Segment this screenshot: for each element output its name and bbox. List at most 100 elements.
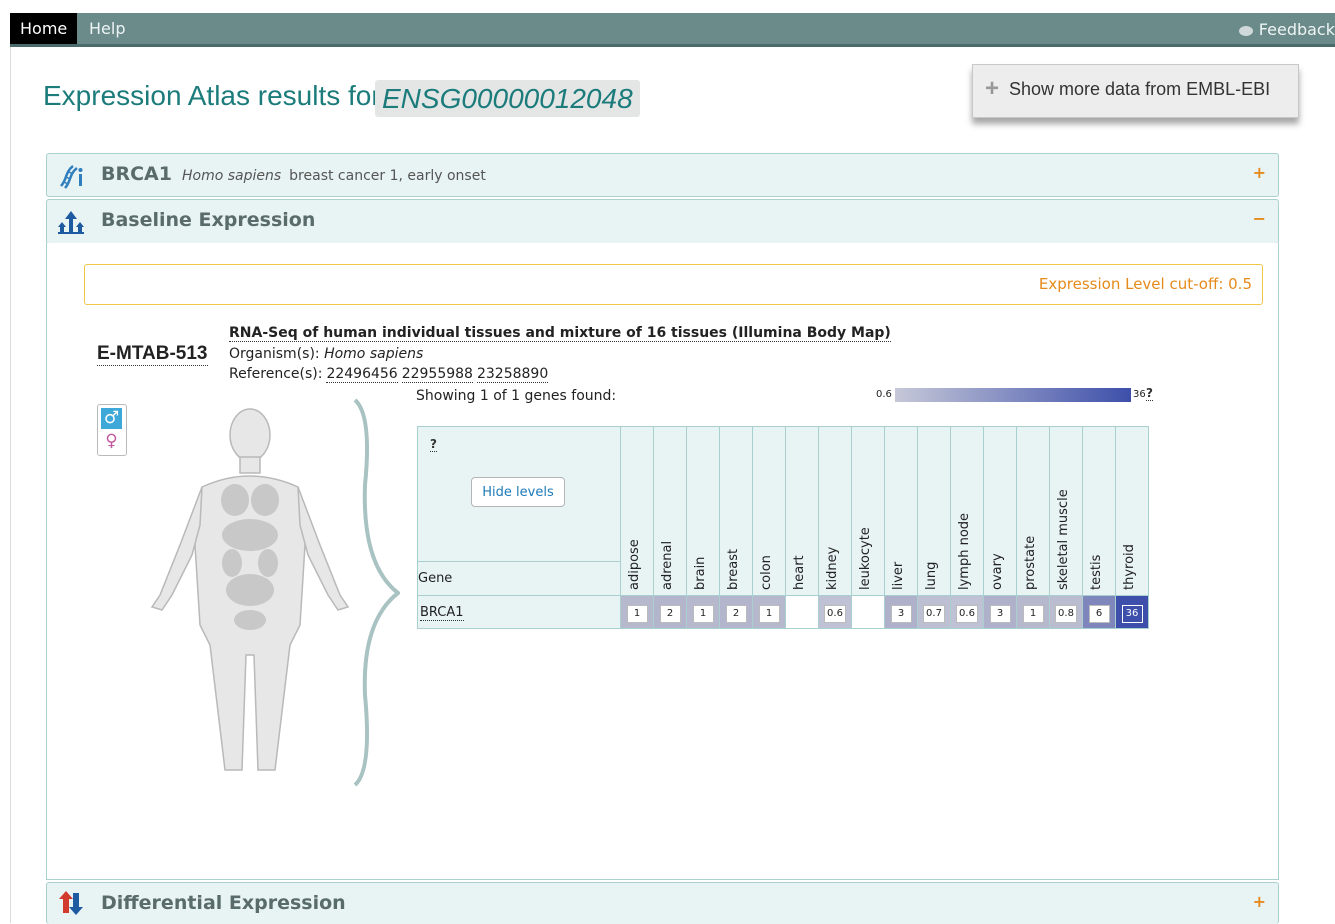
heatmap-cell[interactable]: 36	[1115, 595, 1149, 629]
differential-panel-title: Differential Expression	[101, 892, 346, 914]
gene-panel-title: BRCA1 Homo sapiens breast cancer 1, early …	[101, 163, 486, 185]
collapse-toggle[interactable]: −	[1253, 209, 1266, 228]
organism-label: Organism(s):	[229, 346, 320, 362]
expand-toggle[interactable]: +	[1253, 163, 1266, 182]
tissue-header[interactable]: lymph node	[950, 426, 984, 596]
tissue-label: lung	[924, 561, 939, 590]
gene-row-header: BRCA1	[417, 595, 621, 629]
hide-levels-button[interactable]: Hide levels	[471, 477, 565, 507]
scale-help-icon[interactable]: ?	[1146, 386, 1153, 401]
feedback-link[interactable]: Feedback	[1238, 13, 1335, 47]
tissue-header[interactable]: adipose	[620, 426, 654, 596]
cell-value: 3	[989, 605, 1011, 623]
tissue-header[interactable]: prostate	[1016, 426, 1050, 596]
cutoff-label[interactable]: Expression Level cut-off: 0.5	[1039, 275, 1252, 293]
tissue-label: skeletal muscle	[1056, 489, 1071, 590]
tissue-header[interactable]: skeletal muscle	[1049, 426, 1083, 596]
tissue-label: kidney	[825, 546, 840, 590]
baseline-panel-title: Baseline Expression	[101, 209, 316, 231]
nav-tab-help[interactable]: Help	[79, 13, 135, 44]
gene-symbol: BRCA1	[101, 163, 172, 185]
experiment-accession-link[interactable]: E-MTAB-513	[97, 343, 208, 366]
experiment-title-link[interactable]: RNA-Seq of human individual tissues and …	[229, 325, 891, 342]
baseline-expression-icon	[58, 211, 84, 234]
bracket-shape	[353, 398, 400, 787]
cell-value: 1	[626, 605, 648, 623]
cell-value: 0.6	[824, 605, 846, 623]
gene-species: Homo sapiens	[181, 168, 282, 184]
gene-link[interactable]: BRCA1	[420, 604, 464, 621]
anatomogram	[150, 398, 400, 787]
cell-value: 0.8	[1055, 605, 1077, 623]
tissue-header[interactable]: ovary	[983, 426, 1017, 596]
cell-value: 3	[890, 605, 912, 623]
tissue-label: testis	[1089, 554, 1104, 590]
tissue-header[interactable]: thyroid	[1115, 426, 1149, 596]
male-icon[interactable]: ♂	[101, 408, 122, 429]
nav-divider	[10, 44, 1335, 47]
tissue-label: brain	[693, 556, 708, 590]
heatmap-cell[interactable]: 0.6	[950, 595, 984, 629]
cell-value: 1	[1022, 605, 1044, 623]
heatmap-cell[interactable]: 0.7	[917, 595, 951, 629]
tissue-header[interactable]: testis	[1082, 426, 1116, 596]
scale-max-label: 36	[1133, 389, 1146, 400]
cell-value: 2	[725, 605, 747, 623]
tissue-header[interactable]: leukocyte	[851, 426, 885, 596]
tissue-header[interactable]: kidney	[818, 426, 852, 596]
tissue-header[interactable]: brain	[686, 426, 720, 596]
gene-id-badge: ENSG00000012048	[375, 80, 640, 117]
organism-value: Homo sapiens	[324, 346, 424, 362]
page-title: Expression Atlas results for	[43, 80, 381, 111]
show-more-data-label: Show more data from EMBL-EBI	[1009, 79, 1271, 99]
top-nav: Home Help Feedback	[10, 13, 1335, 47]
feedback-label: Feedback	[1258, 20, 1335, 39]
gene-description: breast cancer 1, early onset	[289, 168, 486, 184]
cell-value: 0.6	[956, 605, 978, 623]
nav-tab-home[interactable]: Home	[10, 13, 78, 47]
tissue-header[interactable]: adrenal	[653, 426, 687, 596]
tissue-header[interactable]: heart	[785, 426, 819, 596]
heatmap-cell[interactable]: 3	[983, 595, 1017, 629]
heatmap-cell[interactable]: 1	[752, 595, 786, 629]
cell-value: 0.7	[923, 605, 945, 623]
heatmap-help-icon[interactable]: ?	[430, 437, 437, 452]
expand-toggle[interactable]: +	[1253, 892, 1266, 911]
expression-heatmap: ? Hide levels adipose adrenal brain brea…	[417, 426, 1149, 629]
tissue-header[interactable]: breast	[719, 426, 753, 596]
tissue-label: liver	[891, 561, 906, 590]
tissue-label: thyroid	[1122, 544, 1137, 590]
heatmap-cell[interactable]	[851, 595, 885, 629]
heatmap-cell[interactable]: 3	[884, 595, 918, 629]
heatmap-cell[interactable]: 2	[653, 595, 687, 629]
tissue-label: adipose	[627, 539, 642, 590]
tissue-label: colon	[759, 555, 774, 590]
heatmap-cell[interactable]	[785, 595, 819, 629]
tissue-label: adrenal	[660, 540, 675, 590]
experiment-references: Reference(s): 22496456 22955988 23258890	[229, 366, 549, 383]
heatmap-cell[interactable]: 1	[686, 595, 720, 629]
gene-info-panel[interactable]: BRCA1 Homo sapiens breast cancer 1, early …	[46, 153, 1279, 197]
heatmap-cell[interactable]: 6	[1082, 595, 1116, 629]
female-icon[interactable]: ♀	[101, 431, 122, 452]
scale-min-label: 0.6	[876, 389, 892, 400]
reference-link[interactable]: 22955988	[401, 366, 473, 383]
heatmap-cell[interactable]: 2	[719, 595, 753, 629]
gene-column-header: Gene	[417, 561, 621, 596]
tissue-header[interactable]: colon	[752, 426, 786, 596]
tissue-label: prostate	[1023, 535, 1038, 590]
heatmap-cell[interactable]: 0.8	[1049, 595, 1083, 629]
plus-icon: +	[985, 75, 1000, 102]
baseline-expression-panel[interactable]: Baseline Expression −	[46, 199, 1279, 244]
reference-link[interactable]: 23258890	[476, 366, 549, 383]
heatmap-cell[interactable]: 1	[620, 595, 654, 629]
show-more-data-button[interactable]: + Show more data from EMBL-EBI	[972, 64, 1299, 118]
differential-expression-panel[interactable]: Differential Expression +	[46, 882, 1279, 924]
gene-info-icon	[60, 165, 83, 189]
tissue-header[interactable]: liver	[884, 426, 918, 596]
heatmap-cell[interactable]: 0.6	[818, 595, 852, 629]
tissue-header[interactable]: lung	[917, 426, 951, 596]
references-label: Reference(s):	[229, 366, 323, 382]
heatmap-cell[interactable]: 1	[1016, 595, 1050, 629]
reference-link[interactable]: 22496456	[326, 366, 398, 383]
